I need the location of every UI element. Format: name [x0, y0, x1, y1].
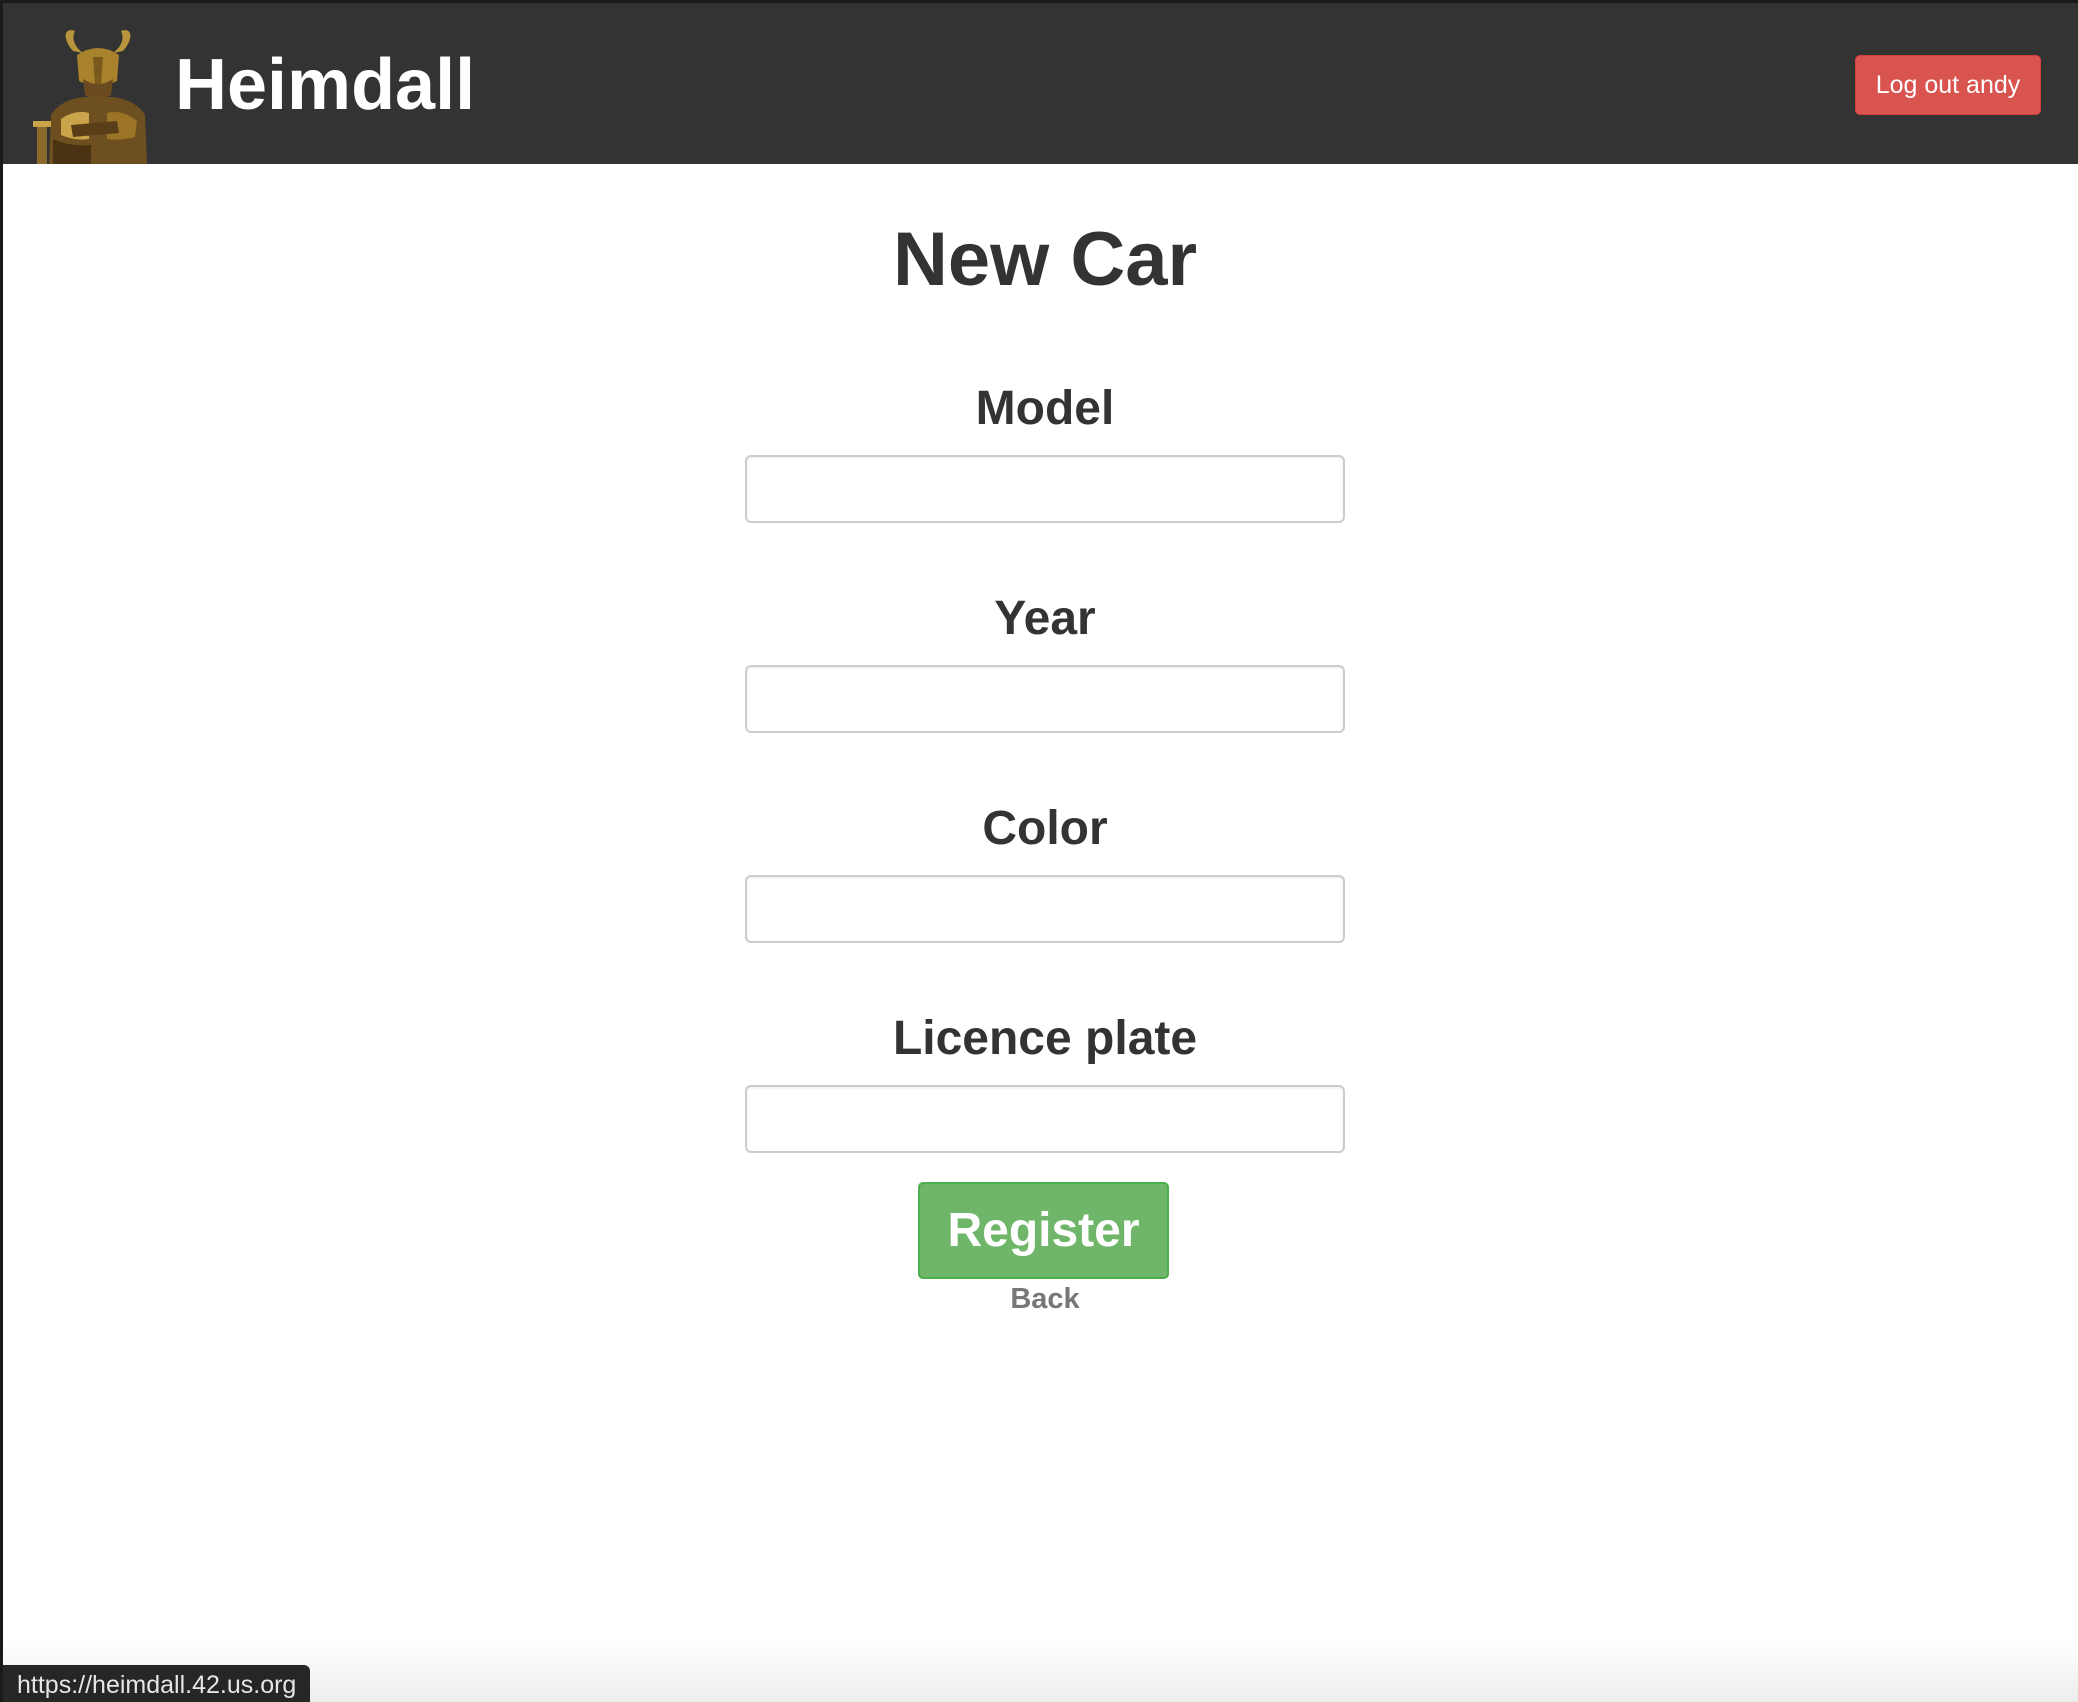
back-link[interactable]: Back	[3, 1281, 2078, 1317]
model-label: Model	[975, 382, 1115, 435]
color-label: Color	[982, 802, 1108, 855]
status-bar-url: https://heimdall.42.us.org	[3, 1665, 311, 1702]
year-label: Year	[994, 592, 1096, 645]
logout-button[interactable]: Log out andy	[1855, 55, 2041, 115]
brand-title[interactable]: Heimdall	[175, 43, 475, 127]
year-input[interactable]	[745, 665, 1345, 733]
licence-plate-input[interactable]	[745, 1085, 1345, 1153]
browser-viewport: Heimdall Log out andy New Car Model Year…	[0, 0, 2078, 1702]
page-title: New Car	[892, 217, 1198, 302]
licence-plate-label: Licence plate	[892, 1012, 1198, 1065]
heimdall-logo-icon[interactable]	[31, 29, 161, 164]
register-button[interactable]: Register	[918, 1182, 1169, 1279]
navbar: Heimdall Log out andy	[3, 3, 2078, 164]
model-input[interactable]	[745, 455, 1345, 523]
bottom-shadow	[3, 1642, 2078, 1702]
color-input[interactable]	[745, 875, 1345, 943]
